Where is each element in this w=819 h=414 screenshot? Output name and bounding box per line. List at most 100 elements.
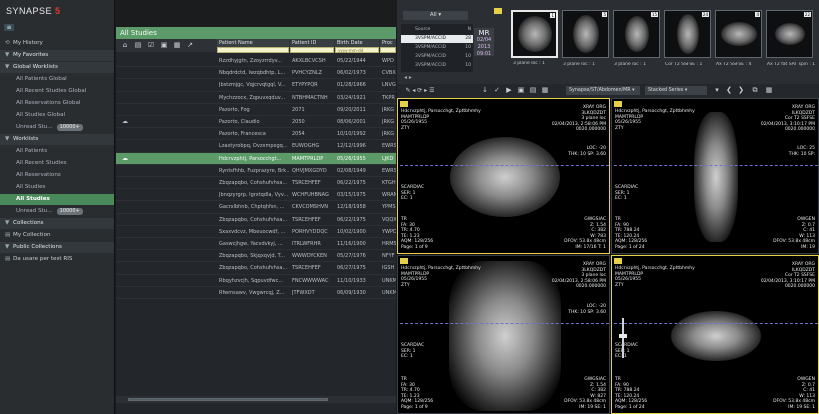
viewport-1[interactable]: Hdcrvzphtj, Parsocchgt, Zpttbhmhy MAMTPRL… [397,98,610,254]
series-thumbnail[interactable]: 15 3 plane loc : 1 [613,10,660,67]
series-thumbnail[interactable]: 1 3 plane loc : 1 [511,10,558,66]
cell-proc: HRMS [382,241,396,247]
source-item[interactable]: 3VSPM/ACCID 10 [401,62,473,70]
zoom-slider-handle[interactable] [619,334,627,338]
sidebar-collapse-button[interactable]: ≡ [4,24,14,31]
table-row[interactable]: Jbnqzyrgrp, Igrxtqdla, Vyv... WCHFUHBNAG 0… [116,189,396,202]
download-icon[interactable]: ↓ [480,85,490,96]
grid-icon[interactable]: ▦ [540,85,550,96]
play-icon[interactable]: ▶ [504,85,514,96]
table-row[interactable]: Ryntsfhhb, Fuzprazyre, Brk... QHVJMXGDYD 0… [116,165,396,177]
sidebar-item-8[interactable]: ▼ Worklists [0,134,114,145]
table-row[interactable]: Rbqyhzvcjh, Sqpuvdfwc... FNCWWWWAC 11/10/1… [116,275,396,287]
column-header[interactable]: Proc [380,39,396,47]
source-item[interactable]: 3VSPM/ACCID 28 [401,35,473,43]
table-row[interactable]: Jbstzmjgc, Vqjcrvqtgql, V... ETYPYPQR 01/2… [116,79,396,92]
column-header[interactable]: Birth Date [335,39,379,47]
table-row[interactable]: Pazorto, Francesca 2054 10/10/1992 JRKG [116,128,396,141]
series-thumbnail[interactable]: 5 3 plane loc : 1 [562,10,609,67]
home-icon[interactable]: ⌂ [120,40,130,50]
viewport-2[interactable]: Hdcrvzphtj, Parsocchgt, Zpttbhmhy MAMTPRL… [611,98,819,254]
overlay-tr: XRAY ORG ILKQDZDT Cor T2 SSFSE 02/04/2013, … [761,105,815,133]
viewport-4[interactable]: Hdcrvzphtj, Parsocchgt, Zpttbhmhy MAMTPRL… [611,255,819,414]
sidebar-item-10[interactable]: All Recent Studies [0,158,114,169]
chevron-down-icon[interactable]: ▾ [712,85,722,96]
save-icon[interactable]: ▣ [159,40,169,50]
chevron-down-icon: ▼ [5,220,10,226]
cell-id: TSRCEHFEF [292,180,321,186]
modality-badge[interactable]: MR 02/04 2013 09:01 [474,28,494,57]
sidebar-item-7[interactable]: Unread Stu... 10000+ [0,122,114,133]
sidebar-item-17[interactable]: ▼ Public Collections [0,242,114,253]
list-icon[interactable]: ▤ [133,40,143,50]
table-row[interactable]: Rzzdhyjgtn, Zzoyzrrdyv... AKXLBCVCSH 05/22… [116,55,396,68]
copy-icon[interactable]: ⧉ [750,85,760,96]
sidebar-item-3[interactable]: All Patients Global [0,74,114,85]
sidebar-item-6[interactable]: All Studies Global [0,110,114,121]
sidebar-item-18[interactable]: ▤ Da usare per test RIS [0,254,114,265]
table-row[interactable]: Zbqzapqbo, Cohshufvhsa... TSRCEHFEF 06/27/… [116,262,396,275]
series-thumbnail[interactable]: 24 Cor T2 SSFSE : 1 [664,10,711,67]
column-filter-input[interactable] [380,47,396,53]
column-filter-input[interactable] [290,47,334,53]
overlay-text: DFOV: 53.8x 48cm [773,399,815,404]
column-header[interactable]: Patient ID [290,39,334,47]
series-mode-dropdown[interactable]: Stacked Series ▾ [645,86,707,95]
layout-icon[interactable]: ▦ [764,85,774,96]
sidebar-item-4[interactable]: All Recent Studies Global [0,86,114,97]
table-row[interactable]: Nbqdrdctd, Iwzqbdhtp, L... PVHCYZNLZ 06/02… [116,67,396,80]
viewer-nav-controls[interactable]: ✎ ◂ ⟳ ▸ ☰ [400,85,440,96]
sidebar-item-1[interactable]: ▼ My Favorites [0,50,114,61]
previous-icon[interactable]: ❮ [724,85,734,96]
horizontal-scrollbar[interactable] [116,396,396,403]
table-row[interactable]: Zbqzapqbo, Skjqxqvjd, T... WWWDYCKEN 05/27… [116,250,396,263]
sidebar-item-16[interactable]: ▤ My Collection [0,230,114,241]
sidebar-item-15[interactable]: ▼ Collections [0,218,114,229]
sidebar-item-11[interactable]: All Reservations [0,170,114,181]
viewport-3[interactable]: Hdcrvzphtj, Parsocchgt, Zpttbhmhy MAMTPRL… [397,255,610,414]
open-icon[interactable]: ↗ [185,40,195,50]
source-item[interactable]: Source N [401,26,473,34]
series-caption: 3 plane loc : 1 [614,62,646,67]
table-row[interactable]: Zbqzapqbo, Cohshufvhsa... TSRCEHFEF 06/22/… [116,214,396,226]
next-icon[interactable]: ❯ [736,85,746,96]
table-row[interactable]: Mychzzocx, Zqpuvxqduv... NTBHMACTNH 03/24/… [116,92,396,104]
table-row[interactable]: Lzaxtyrobpq, Dvzxmpxgq... EUWOGHG 12/12/19… [116,140,396,153]
series-thumbnail[interactable]: 22 Ax T2 fat SAT spin : 1 [766,10,815,67]
sidebar-item-13[interactable]: All Studies [0,194,114,205]
scrollbar-thumb[interactable] [128,398,328,401]
table-row[interactable]: Gaswcjhgw, Yacvdvkyj, ... ITRLWFRHR 11/16/… [116,238,396,251]
sidebar-item-14[interactable]: Unread Stu... 10000+ [0,206,114,217]
overlay-br: OWGEN Z: 0.7 C: 41 W: 113 DFOV: 53.8x 48cm IM… [773,217,815,250]
grid-icon[interactable]: ▦ [172,40,182,50]
table-row[interactable]: Sxaxvdcvz, Mbeuocwdf, ... PORHVYDDQC 10/02… [116,226,396,238]
column-header[interactable]: Patient Name [217,39,289,47]
study-date-line-1: 02/04 [476,37,492,43]
table-row[interactable]: Zbqzapqbo, Cohshufvhsa... TSRCEHFEF 06/22/… [116,177,396,190]
table-row[interactable]: Rfwmsawv, Vwgwrcqj, Z... JTFWXDT 06/09/193… [116,287,396,299]
series-thumbnail[interactable]: 4 Ax T2 SSFSE : 4 [715,10,762,67]
table-row[interactable]: Gacrxlbhnb, Chptqhfsn, ... CKVCOMSHVN 12/1… [116,201,396,214]
table-row[interactable]: ☁ Hdcrvzphtj, Parsocchgt... MAMTPRLDP 05/26… [116,152,396,165]
mr-scan-image [774,23,805,45]
sidebar-item-2[interactable]: ▼ Global Worklists [0,62,114,73]
study-filter-dropdown[interactable]: All ▾ [403,11,468,20]
save-icon[interactable]: ▣ [516,85,526,96]
cell-id: EUWOGHG [292,143,320,150]
list-icon[interactable]: ▤ [528,85,538,96]
cell-id: ITRLWFRHR [292,241,321,247]
table-row[interactable]: Pazorto, Fog 2071 09/20/2011 JRKG [116,104,396,116]
sidebar-item-0[interactable]: ⟲ My History [0,38,114,49]
check-icon[interactable]: ✓ [492,85,502,96]
sidebar-item-9[interactable]: All Patients [0,146,114,157]
sidebar-item-12[interactable]: All Studies [0,182,114,193]
zoom-slider[interactable] [622,318,624,358]
checkbox-icon[interactable]: ☑ [146,40,156,50]
column-filter-input[interactable] [217,47,289,53]
hanging-protocol-dropdown[interactable]: Synapse/ST/Abdomen/MR ▾ [566,86,640,95]
table-row[interactable]: ☁ Pazorto, Claudio 2050 08/06/2001 JRKG [116,116,396,129]
sidebar-item-5[interactable]: All Reservations Global [0,98,114,109]
source-item[interactable]: 3VSPM/ACCID 10 [401,53,473,61]
column-filter-input[interactable]: yyyy-mm-dd [335,47,379,53]
source-item[interactable]: 3VSPM/ACCID 10 [401,44,473,52]
